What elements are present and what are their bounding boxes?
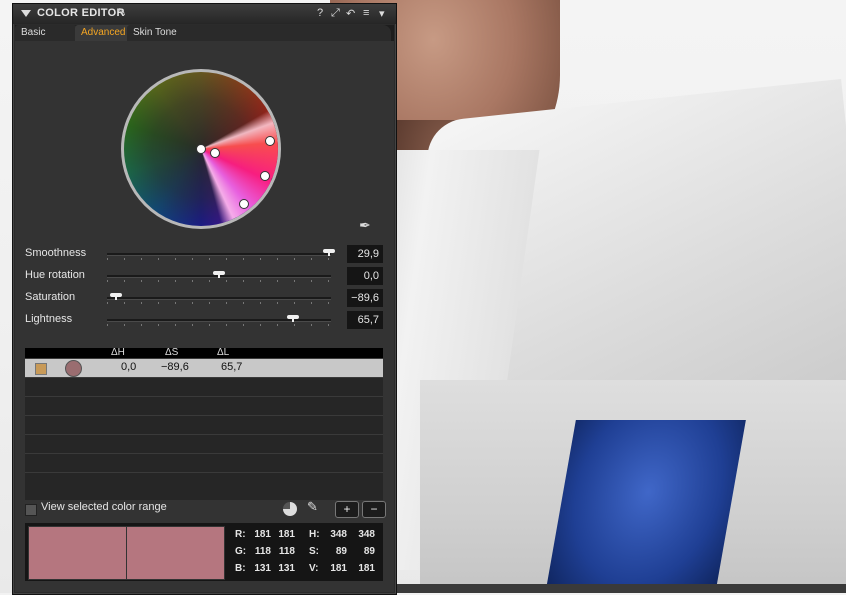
empty-row[interactable] bbox=[25, 377, 383, 396]
panel-title: COLOR EDITOR bbox=[37, 7, 125, 19]
table-header: ΔH ΔS ΔL bbox=[25, 347, 383, 358]
wheel-center-handle[interactable] bbox=[196, 144, 206, 154]
empty-row[interactable] bbox=[25, 415, 383, 434]
slider-value[interactable]: 0,0 bbox=[347, 267, 383, 285]
label-h: H: bbox=[309, 529, 320, 540]
empty-row[interactable] bbox=[25, 396, 383, 415]
menu-icon[interactable]: ≡ bbox=[363, 7, 369, 19]
value-v-after: 181 bbox=[358, 563, 375, 574]
wheel-handle[interactable] bbox=[260, 171, 270, 181]
slider-value[interactable]: −89,6 bbox=[347, 289, 383, 307]
tab-bar-fill bbox=[191, 25, 391, 41]
header-delta-l: ΔL bbox=[217, 347, 230, 358]
add-color-picker-icon[interactable]: ✎ bbox=[307, 499, 318, 515]
slider-ticks bbox=[107, 302, 331, 304]
preview-swatch-after bbox=[126, 526, 225, 580]
wheel-handle[interactable] bbox=[239, 199, 249, 209]
photo-tie bbox=[544, 420, 746, 593]
slider-track[interactable] bbox=[107, 253, 331, 256]
wheel-handle[interactable] bbox=[210, 148, 220, 158]
slider-ticks bbox=[107, 280, 331, 282]
slider-thumb[interactable] bbox=[213, 271, 225, 278]
wheel-handle[interactable] bbox=[265, 136, 275, 146]
slider-value[interactable]: 29,9 bbox=[347, 245, 383, 263]
preview-swatch-before bbox=[28, 526, 127, 580]
cell-delta-l: 65,7 bbox=[221, 361, 243, 373]
table-row[interactable]: 0,0 −89,6 65,7 bbox=[25, 358, 383, 377]
view-range-checkbox[interactable] bbox=[25, 504, 37, 516]
remove-range-button[interactable]: − bbox=[362, 501, 386, 518]
value-r-after: 181 bbox=[278, 529, 295, 540]
wheel-handle[interactable] bbox=[271, 176, 278, 186]
panel-titlebar: COLOR EDITOR ✎ ? ⤢ ↶ ≡ ▾ bbox=[13, 4, 396, 24]
empty-row[interactable] bbox=[25, 434, 383, 453]
header-delta-s: ΔS bbox=[165, 347, 179, 358]
color-wheel[interactable] bbox=[121, 69, 281, 229]
slider-label: Hue rotation bbox=[25, 269, 85, 281]
expand-icon[interactable]: ⤢ bbox=[331, 7, 340, 20]
pie-mode-icon[interactable] bbox=[283, 502, 297, 516]
slider-hue-rotation: Hue rotation 0,0 bbox=[15, 267, 394, 287]
tab-skin-tone[interactable]: Skin Tone bbox=[127, 25, 199, 41]
color-adjustment-table: ΔH ΔS ΔL 0,0 −89,6 65,7 bbox=[25, 347, 383, 500]
value-b-before: 131 bbox=[254, 563, 271, 574]
value-h-before: 348 bbox=[330, 529, 347, 540]
slider-value[interactable]: 65,7 bbox=[347, 311, 383, 329]
add-range-button[interactable]: + bbox=[335, 501, 359, 518]
eyedropper-icon[interactable]: ✒ bbox=[359, 217, 377, 235]
value-g-after: 118 bbox=[278, 546, 295, 557]
value-v-before: 181 bbox=[330, 563, 347, 574]
cell-delta-h: 0,0 bbox=[121, 361, 137, 373]
slider-lightness: Lightness 65,7 bbox=[15, 311, 394, 331]
help-icon[interactable]: ? bbox=[317, 7, 323, 19]
slider-thumb[interactable] bbox=[322, 249, 335, 256]
tab-basic[interactable]: Basic bbox=[15, 25, 77, 41]
pin-icon[interactable]: ✎ bbox=[117, 6, 126, 19]
slider-label: Lightness bbox=[25, 313, 73, 325]
value-h-after: 348 bbox=[358, 529, 375, 540]
slider-ticks bbox=[107, 324, 331, 326]
value-b-after: 131 bbox=[278, 563, 295, 574]
empty-row[interactable] bbox=[25, 453, 383, 472]
label-b: B: bbox=[235, 563, 246, 574]
label-g: G: bbox=[235, 546, 247, 557]
slider-label: Saturation bbox=[25, 291, 76, 303]
reset-icon[interactable]: ↶ bbox=[346, 7, 355, 20]
slider-thumb[interactable] bbox=[286, 315, 299, 322]
label-r: R: bbox=[235, 529, 246, 540]
view-range-label: View selected color range bbox=[41, 501, 167, 513]
label-s: S: bbox=[309, 546, 319, 557]
slider-thumb[interactable] bbox=[109, 293, 122, 300]
color-editor-panel: COLOR EDITOR ✎ ? ⤢ ↶ ≡ ▾ Basic Advanced … bbox=[12, 3, 397, 595]
slider-ticks bbox=[107, 258, 331, 260]
value-s-after: 89 bbox=[363, 546, 375, 557]
empty-row[interactable] bbox=[25, 472, 383, 491]
color-range-icon[interactable] bbox=[35, 363, 47, 375]
advanced-content: ✒ Smoothness 29,9 Hue rotation 0,0 Satur… bbox=[15, 41, 394, 592]
value-s-before: 89 bbox=[335, 546, 347, 557]
value-r-before: 181 bbox=[254, 529, 271, 540]
photo-bottom-bar bbox=[395, 584, 846, 593]
row-color-swatch bbox=[65, 360, 82, 377]
dropdown-icon[interactable]: ▾ bbox=[379, 7, 385, 20]
cell-delta-s: −89,6 bbox=[161, 361, 189, 373]
slider-label: Smoothness bbox=[25, 247, 87, 259]
tab-bar: Basic Advanced Skin Tone bbox=[15, 25, 394, 41]
color-preview: R: 181 181 H: 348 348 G: 118 118 S: 89 8… bbox=[25, 523, 383, 581]
collapse-triangle-icon[interactable] bbox=[21, 10, 31, 17]
header-delta-h: ΔH bbox=[111, 347, 125, 358]
slider-saturation: Saturation −89,6 bbox=[15, 289, 394, 309]
slider-smoothness: Smoothness 29,9 bbox=[15, 245, 394, 265]
slider-track[interactable] bbox=[107, 319, 331, 322]
label-v: V: bbox=[309, 563, 319, 574]
value-g-before: 118 bbox=[254, 546, 271, 557]
slider-track[interactable] bbox=[107, 297, 331, 300]
